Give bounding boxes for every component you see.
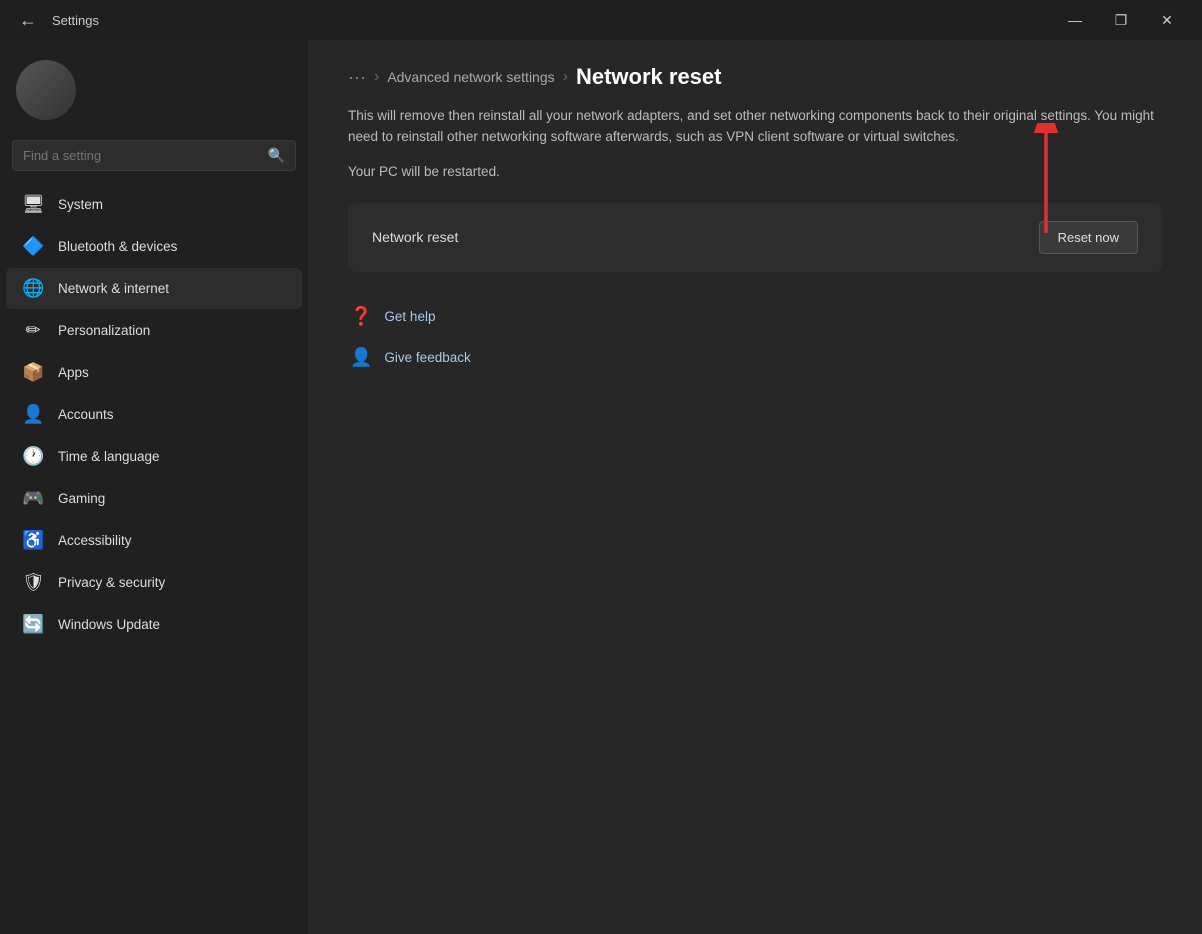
give-feedback-label: Give feedback	[384, 350, 470, 365]
bluetooth-icon: 🔷	[22, 236, 44, 257]
back-button[interactable]: ←	[12, 4, 44, 36]
sidebar-item-label-personalization: Personalization	[58, 323, 150, 338]
sidebar-item-time[interactable]: 🕐 Time & language	[6, 436, 302, 477]
nav-list: 🖥 System 🔷 Bluetooth & devices 🌐 Network & in…	[0, 183, 308, 646]
reset-card-label: Network reset	[372, 229, 458, 245]
network-reset-card: Network reset Reset now	[348, 203, 1162, 272]
restart-note: Your PC will be restarted.	[348, 164, 1162, 179]
gaming-icon: 🎮	[22, 488, 44, 509]
accessibility-icon: ♿	[22, 530, 44, 551]
breadcrumb-parent[interactable]: Advanced network settings	[387, 69, 554, 85]
give-feedback-link[interactable]: 👤 Give feedback	[348, 341, 1162, 374]
sidebar: 🔍 🖥 System 🔷 Bluetooth & devices 🌐 Network & …	[0, 40, 308, 934]
give-feedback-icon: 👤	[350, 347, 372, 368]
sidebar-item-apps[interactable]: 📦 Apps	[6, 352, 302, 393]
search-input[interactable]	[23, 148, 268, 163]
sidebar-item-bluetooth[interactable]: 🔷 Bluetooth & devices	[6, 226, 302, 267]
sidebar-item-label-apps: Apps	[58, 365, 89, 380]
breadcrumb-dots[interactable]: ···	[348, 67, 366, 88]
breadcrumb: ··· › Advanced network settings › Networ…	[348, 64, 1162, 90]
maximize-button[interactable]: ❐	[1098, 4, 1144, 36]
sidebar-item-label-gaming: Gaming	[58, 491, 105, 506]
sidebar-item-label-accessibility: Accessibility	[58, 533, 132, 548]
titlebar: ← Settings — ❐ ✕	[0, 0, 1202, 40]
search-icon: 🔍	[268, 147, 285, 164]
sidebar-item-label-bluetooth: Bluetooth & devices	[58, 239, 177, 254]
update-icon: 🔄	[22, 614, 44, 635]
window-controls: — ❐ ✕	[1052, 4, 1190, 36]
breadcrumb-current: Network reset	[576, 64, 722, 90]
sidebar-item-gaming[interactable]: 🎮 Gaming	[6, 478, 302, 519]
personalization-icon: ✏	[22, 320, 44, 341]
get-help-label: Get help	[384, 309, 435, 324]
breadcrumb-sep2: ›	[563, 68, 568, 86]
sidebar-item-privacy[interactable]: 🛡 Privacy & security	[6, 562, 302, 603]
help-links: ❓ Get help 👤 Give feedback	[348, 300, 1162, 374]
search-box[interactable]: 🔍	[12, 140, 296, 171]
main-content: ··· › Advanced network settings › Networ…	[308, 40, 1202, 934]
sidebar-item-label-privacy: Privacy & security	[58, 575, 165, 590]
accounts-icon: 👤	[22, 404, 44, 425]
sidebar-item-accessibility[interactable]: ♿ Accessibility	[6, 520, 302, 561]
time-icon: 🕐	[22, 446, 44, 467]
sidebar-item-label-accounts: Accounts	[58, 407, 114, 422]
reset-section: Network reset Reset now	[348, 203, 1162, 272]
get-help-icon: ❓	[350, 306, 372, 327]
reset-now-button[interactable]: Reset now	[1039, 221, 1138, 254]
network-icon: 🌐	[22, 278, 44, 299]
page-description: This will remove then reinstall all your…	[348, 106, 1162, 148]
avatar	[16, 60, 76, 120]
content-area: 🔍 🖥 System 🔷 Bluetooth & devices 🌐 Network & …	[0, 40, 1202, 934]
sidebar-item-network[interactable]: 🌐 Network & internet	[6, 268, 302, 309]
minimize-button[interactable]: —	[1052, 4, 1098, 36]
sidebar-item-update[interactable]: 🔄 Windows Update	[6, 604, 302, 645]
get-help-link[interactable]: ❓ Get help	[348, 300, 1162, 333]
system-icon: 🖥	[22, 194, 44, 215]
sidebar-item-accounts[interactable]: 👤 Accounts	[6, 394, 302, 435]
sidebar-item-label-network: Network & internet	[58, 281, 169, 296]
sidebar-item-label-system: System	[58, 197, 103, 212]
sidebar-item-system[interactable]: 🖥 System	[6, 184, 302, 225]
breadcrumb-sep1: ›	[374, 68, 379, 86]
sidebar-item-label-update: Windows Update	[58, 617, 160, 632]
sidebar-item-label-time: Time & language	[58, 449, 160, 464]
settings-window: ← Settings — ❐ ✕ 🔍 🖥 System 🔷 Bluetooth & d…	[0, 0, 1202, 934]
privacy-icon: 🛡	[22, 572, 44, 593]
window-title: Settings	[52, 13, 99, 28]
user-section	[0, 48, 308, 136]
sidebar-item-personalization[interactable]: ✏ Personalization	[6, 310, 302, 351]
apps-icon: 📦	[22, 362, 44, 383]
close-button[interactable]: ✕	[1144, 4, 1190, 36]
